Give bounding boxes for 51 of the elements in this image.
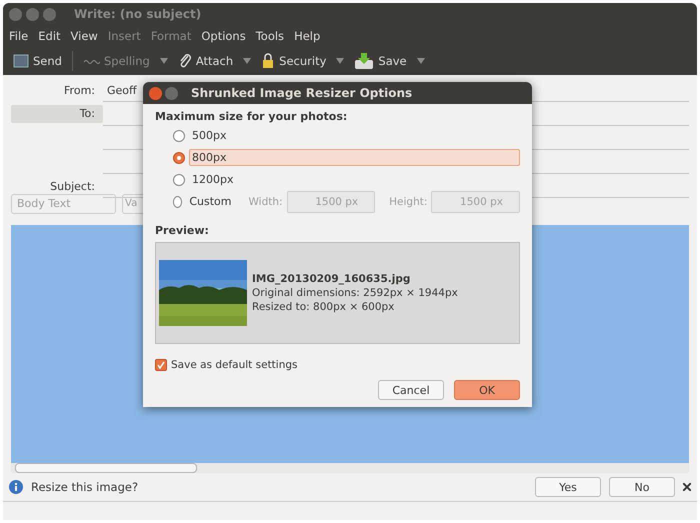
height-label: Height: [389,196,428,208]
envelope-icon [13,53,29,69]
option-label[interactable]: Custom [186,193,235,210]
radio-button[interactable] [173,174,185,186]
menu-item[interactable]: Help [294,29,320,43]
notification-button[interactable]: No [609,477,675,497]
menu-item[interactable]: Tools [256,29,284,43]
radio-button[interactable] [173,196,182,208]
radio-button[interactable] [173,130,185,142]
section-heading: Maximum size for your photos: [155,110,348,123]
notification-text: Resize this image? [31,480,140,494]
notification-button[interactable]: Yes [535,477,601,497]
option-label[interactable]: 500px [189,127,230,144]
dialog-title: Shrunked Image Resizer Options [191,86,412,100]
menu-item[interactable]: Options [201,29,246,43]
from-label: From: [63,83,96,99]
option-label[interactable]: 800px [189,149,520,166]
menu-item[interactable]: View [70,29,98,43]
width-label: Width: [248,196,283,208]
section-heading: Preview: [155,224,210,237]
paperclip-icon [178,53,192,69]
dialog-button[interactable]: OK [454,380,520,400]
horizontal-scrollbar[interactable] [11,463,689,473]
file-name: IMG_20130209_160635.jpg [252,273,412,285]
menu-item[interactable]: File [9,29,28,43]
option-label[interactable]: 1200px [189,171,236,188]
checkbox-label[interactable]: Save as default settings [171,359,298,371]
checkbox[interactable] [155,359,167,371]
window-title: Write: (no subject) [74,7,202,21]
toolbar-button[interactable]: Attach [174,53,238,69]
save-icon [354,52,374,70]
close-icon[interactable] [683,483,691,491]
padlock-icon [261,53,276,69]
radio-button[interactable] [173,152,185,164]
close-button[interactable] [9,8,22,20]
close-button[interactable] [149,86,162,100]
maximize-button[interactable] [43,8,56,20]
original-dimensions: Original dimensions: 2592px × 1944px [252,287,458,299]
menu-item[interactable]: Edit [38,29,61,43]
minimize-button[interactable] [165,86,178,100]
minimize-button[interactable] [26,8,39,20]
resized-dimensions: Resized to: 800px × 600px [252,301,396,313]
subject-label: Subject: [49,179,96,195]
to-label: To: [80,106,96,122]
toolbar-button[interactable]: Send [9,53,66,69]
toolbar-button[interactable]: Save [350,52,411,70]
dialog-button[interactable]: Cancel [378,380,444,400]
toolbar-button[interactable]: Security [257,53,330,69]
info-icon [9,480,23,494]
spelling-icon [82,58,100,64]
recipient-type-select[interactable]: To: [11,105,103,123]
